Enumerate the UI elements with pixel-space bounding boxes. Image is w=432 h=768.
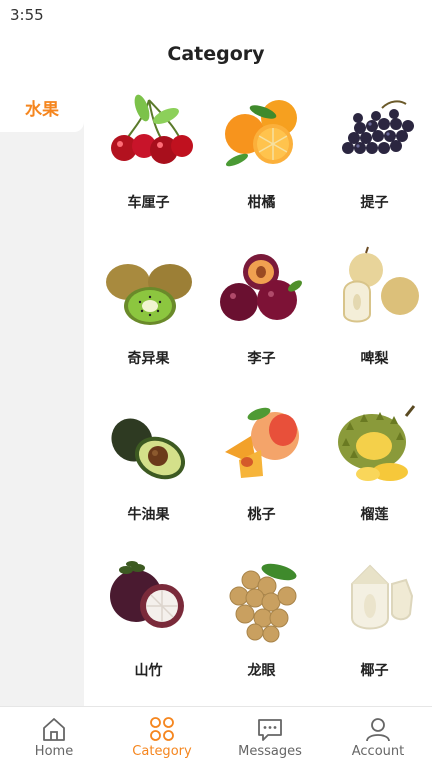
tab-label: Category bbox=[132, 744, 192, 759]
tab-messages[interactable]: Messages bbox=[216, 707, 324, 768]
product-card-longan[interactable]: 龙眼 bbox=[205, 556, 318, 706]
product-card-plum[interactable]: 李子 bbox=[205, 244, 318, 394]
product-card-peach[interactable]: 桃子 bbox=[205, 400, 318, 550]
product-card-cherries[interactable]: 车厘子 bbox=[92, 88, 205, 238]
product-name: 车厘子 bbox=[127, 195, 170, 211]
tab-account[interactable]: Account bbox=[324, 707, 432, 768]
product-card-kiwi[interactable]: 奇异果 bbox=[92, 244, 205, 394]
product-grid: 车厘子 柑橘 提子 奇异果 李子 啤梨 牛油果 桃子 榴莲 山竹 龙眼 椰子 bbox=[92, 88, 432, 688]
tab-label: Messages bbox=[238, 744, 302, 759]
status-time: 3:55 bbox=[10, 6, 44, 24]
product-card-avocado[interactable]: 牛油果 bbox=[92, 400, 205, 550]
avocado-image bbox=[104, 400, 194, 490]
longan-image bbox=[217, 556, 307, 646]
pears-image bbox=[330, 244, 420, 334]
product-name: 提子 bbox=[360, 195, 389, 211]
kiwi-image bbox=[104, 244, 194, 334]
tab-label: Account bbox=[351, 744, 405, 759]
plums-image bbox=[217, 244, 307, 334]
product-name: 奇异果 bbox=[127, 351, 170, 367]
product-name: 啤梨 bbox=[360, 351, 389, 367]
sidebar-item-fruit[interactable]: 水果 bbox=[0, 82, 84, 132]
home-icon bbox=[43, 718, 65, 741]
category-sidebar: 水果 bbox=[0, 82, 84, 706]
product-card-mandarin[interactable]: 柑橘 bbox=[205, 88, 318, 238]
product-name: 山竹 bbox=[134, 663, 163, 679]
product-name: 龙眼 bbox=[247, 663, 276, 679]
bottom-tab-bar: Home Category Messages Account bbox=[0, 706, 432, 768]
durian-image bbox=[330, 400, 420, 490]
mandarin-orange-image bbox=[217, 88, 307, 178]
category-screen: 3:55 Category 水果 车厘子 柑橘 提子 奇异果 李子 啤梨 牛油果… bbox=[0, 0, 432, 768]
page-title: Category bbox=[167, 43, 265, 65]
sidebar-item-label: 水果 bbox=[25, 99, 59, 120]
app-header: Category bbox=[0, 30, 432, 82]
product-card-pear[interactable]: 啤梨 bbox=[318, 244, 431, 394]
product-name: 柑橘 bbox=[247, 195, 276, 211]
product-name: 李子 bbox=[247, 351, 276, 367]
status-bar: 3:55 bbox=[0, 0, 432, 30]
tab-home[interactable]: Home bbox=[0, 707, 108, 768]
product-card-durian[interactable]: 榴莲 bbox=[318, 400, 431, 550]
product-card-mangosteen[interactable]: 山竹 bbox=[92, 556, 205, 706]
product-name: 榴莲 bbox=[360, 507, 389, 523]
peaches-image bbox=[217, 400, 307, 490]
product-name: 椰子 bbox=[360, 663, 389, 679]
tab-category[interactable]: Category bbox=[108, 707, 216, 768]
mangosteen-image bbox=[104, 556, 194, 646]
tab-label: Home bbox=[34, 744, 74, 759]
grapes-image bbox=[330, 88, 420, 178]
messages-icon bbox=[258, 719, 282, 741]
account-icon bbox=[366, 718, 390, 742]
coconut-image bbox=[330, 556, 420, 646]
cherries-image bbox=[104, 88, 194, 178]
product-card-coconut[interactable]: 椰子 bbox=[318, 556, 431, 706]
product-name: 桃子 bbox=[247, 507, 276, 523]
product-name: 牛油果 bbox=[127, 507, 170, 523]
category-icon bbox=[150, 717, 174, 741]
product-card-grapes[interactable]: 提子 bbox=[318, 88, 431, 238]
